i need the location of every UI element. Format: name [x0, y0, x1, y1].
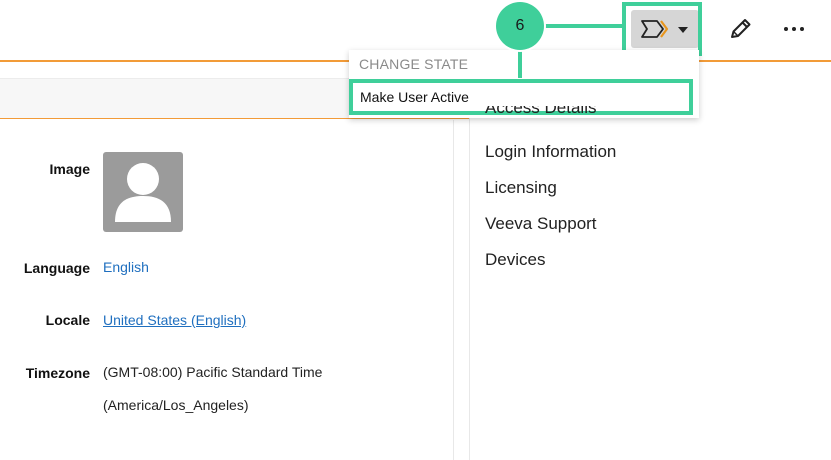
dropdown-header: CHANGE STATE [359, 56, 469, 72]
column-divider [453, 120, 454, 460]
avatar [103, 152, 183, 232]
timezone-value-region: (America/Los_Angeles) [103, 397, 249, 413]
edit-button[interactable] [728, 16, 754, 42]
image-label: Image [49, 161, 90, 177]
sidenav-item-veeva-support[interactable]: Veeva Support [485, 214, 597, 234]
sidenav-item-access-details[interactable]: Access Details [485, 106, 685, 118]
language-link[interactable]: English [103, 259, 149, 275]
sidenav-divider [469, 78, 470, 460]
sidenav-item-login-information[interactable]: Login Information [485, 142, 616, 162]
pencil-icon [731, 19, 751, 38]
user-detail-page: CHANGE STATE Make User Active 6 Image La… [0, 0, 831, 460]
ellipsis-icon [784, 27, 788, 31]
more-actions-button[interactable] [780, 18, 808, 40]
subheader-accent-line [0, 118, 470, 119]
user-avatar-icon [115, 163, 171, 222]
locale-link[interactable]: United States (English) [103, 312, 246, 328]
ellipsis-icon [792, 27, 796, 31]
annotation-connector [544, 24, 624, 28]
workflow-chevron-icon [641, 20, 669, 38]
ellipsis-icon [800, 27, 804, 31]
sidenav-item-devices[interactable]: Devices [485, 250, 545, 270]
change-state-button[interactable] [631, 10, 699, 48]
menu-item-label: Make User Active [360, 89, 469, 105]
timezone-label: Timezone [25, 365, 90, 381]
step-number-badge: 6 [496, 2, 544, 50]
sidenav-item-licensing[interactable]: Licensing [485, 178, 557, 198]
timezone-value: (GMT-08:00) Pacific Standard Time [103, 364, 323, 380]
sidenav-item-label: Access Details [485, 106, 597, 117]
chevron-down-icon [678, 27, 688, 33]
language-label: Language [23, 260, 90, 276]
locale-label: Locale [45, 312, 90, 328]
annotation-connector [518, 50, 522, 78]
